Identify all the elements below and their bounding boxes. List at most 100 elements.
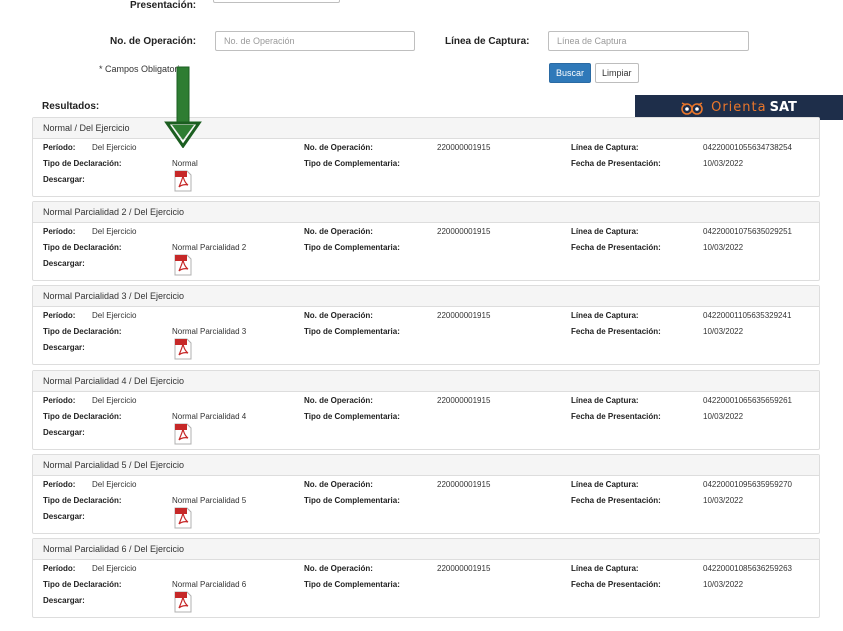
fecha-presentacion-label: Fecha de Presentación:	[571, 327, 661, 336]
linea-captura-label: Línea de Captura:	[571, 564, 639, 573]
result-panel-header: Normal / Del Ejercicio	[33, 118, 819, 139]
tipo-declaracion-label: Tipo de Declaración:	[43, 327, 122, 336]
fecha-presentacion-label: Fecha de Presentación:	[571, 243, 661, 252]
tipo-complementaria-label: Tipo de Complementaria:	[304, 496, 400, 505]
linea-captura-label: Línea de Captura:	[571, 227, 639, 236]
tipo-declaracion-label: Tipo de Declaración:	[43, 412, 122, 421]
fecha-presentacion-label: Fecha de Presentación:	[571, 159, 661, 168]
descargar-label: Descargar:	[43, 259, 85, 268]
brand-orienta: Orienta	[711, 100, 767, 115]
result-panel: Normal Parcialidad 6 / Del Ejercicio Perí…	[32, 538, 820, 618]
operacion-label: No. de Operación:	[304, 311, 373, 320]
down-arrow-icon	[164, 66, 202, 148]
result-panel-header: Normal Parcialidad 3 / Del Ejercicio	[33, 286, 819, 307]
presentacion-field[interactable]	[213, 0, 340, 3]
periodo-label: Período:	[43, 143, 76, 152]
pdf-icon[interactable]	[174, 591, 192, 613]
result-panel: Normal Parcialidad 4 / Del Ejercicio Perí…	[32, 370, 820, 450]
owl-icon	[681, 101, 703, 115]
fecha-presentacion-value: 10/03/2022	[703, 496, 744, 505]
result-panel-header: Normal Parcialidad 6 / Del Ejercicio	[33, 539, 819, 560]
periodo-label: Período:	[43, 227, 76, 236]
operacion-label: No. de Operación:	[110, 36, 197, 47]
operacion-value: 220000001915	[437, 227, 491, 236]
operacion-value: 220000001915	[437, 480, 491, 489]
operacion-label: No. de Operación:	[304, 480, 373, 489]
periodo-value: Del Ejercicio	[92, 564, 137, 573]
descargar-label: Descargar:	[43, 512, 85, 521]
captura-input[interactable]	[548, 31, 749, 51]
captura-label: Línea de Captura:	[445, 36, 530, 47]
tipo-declaracion-value: Normal Parcialidad 2	[172, 243, 247, 252]
tipo-complementaria-label: Tipo de Complementaria:	[304, 327, 400, 336]
operacion-label: No. de Operación:	[304, 564, 373, 573]
periodo-label: Período:	[43, 396, 76, 405]
tipo-declaracion-label: Tipo de Declaración:	[43, 580, 122, 589]
periodo-label: Período:	[43, 564, 76, 573]
fecha-presentacion-value: 10/03/2022	[703, 580, 744, 589]
descargar-label: Descargar:	[43, 343, 85, 352]
periodo-value: Del Ejercicio	[92, 480, 137, 489]
linea-captura-value: 04220001085636259263	[703, 564, 792, 573]
linea-captura-value: 04220001105635329241	[703, 311, 792, 320]
pdf-icon[interactable]	[174, 338, 192, 360]
linea-captura-value: 04220001075635029251	[703, 227, 792, 236]
fecha-presentacion-value: 10/03/2022	[703, 159, 744, 168]
result-panel-header: Normal Parcialidad 5 / Del Ejercicio	[33, 455, 819, 476]
tipo-complementaria-label: Tipo de Complementaria:	[304, 580, 400, 589]
linea-captura-value: 04220001065635659261	[703, 396, 792, 405]
operacion-input[interactable]	[215, 31, 415, 51]
periodo-value: Del Ejercicio	[92, 143, 137, 152]
tipo-declaracion-value: Normal Parcialidad 5	[172, 496, 247, 505]
operacion-label: No. de Operación:	[304, 143, 373, 152]
tipo-declaracion-label: Tipo de Declaración:	[43, 243, 122, 252]
pdf-icon[interactable]	[174, 507, 192, 529]
operacion-label: No. de Operación:	[304, 227, 373, 236]
linea-captura-label: Línea de Captura:	[571, 480, 639, 489]
pdf-icon[interactable]	[174, 170, 192, 192]
linea-captura-value: 04220001095635959270	[703, 480, 792, 489]
fecha-presentacion-label: Fecha de Presentación:	[571, 412, 661, 421]
pdf-icon[interactable]	[174, 423, 192, 445]
tipo-complementaria-label: Tipo de Complementaria:	[304, 412, 400, 421]
linea-captura-value: 04220001055634738254	[703, 143, 792, 152]
periodo-value: Del Ejercicio	[92, 311, 137, 320]
result-panel-header: Normal Parcialidad 2 / Del Ejercicio	[33, 202, 819, 223]
operacion-value: 220000001915	[437, 311, 491, 320]
descargar-label: Descargar:	[43, 428, 85, 437]
results-title: Resultados:	[42, 101, 100, 112]
tipo-complementaria-label: Tipo de Complementaria:	[304, 159, 400, 168]
presentacion-label: Presentación:	[130, 0, 197, 11]
tipo-declaracion-label: Tipo de Declaración:	[43, 159, 122, 168]
tipo-declaracion-value: Normal Parcialidad 3	[172, 327, 247, 336]
linea-captura-label: Línea de Captura:	[571, 396, 639, 405]
descargar-label: Descargar:	[43, 596, 85, 605]
tipo-declaracion-value: Normal Parcialidad 4	[172, 412, 247, 421]
tipo-declaracion-value: Normal	[172, 159, 198, 168]
fecha-presentacion-label: Fecha de Presentación:	[571, 580, 661, 589]
operacion-value: 220000001915	[437, 396, 491, 405]
limpiar-button[interactable]: Limpiar	[595, 63, 639, 83]
fecha-presentacion-label: Fecha de Presentación:	[571, 496, 661, 505]
operacion-value: 220000001915	[437, 564, 491, 573]
result-panel: Normal Parcialidad 5 / Del Ejercicio Perí…	[32, 454, 820, 534]
result-panel: Normal Parcialidad 3 / Del Ejercicio Perí…	[32, 285, 820, 365]
brand-sat: SAT	[769, 100, 797, 115]
descargar-label: Descargar:	[43, 175, 85, 184]
operacion-label: No. de Operación:	[304, 396, 373, 405]
pdf-icon[interactable]	[174, 254, 192, 276]
periodo-label: Período:	[43, 480, 76, 489]
operacion-value: 220000001915	[437, 143, 491, 152]
periodo-value: Del Ejercicio	[92, 227, 137, 236]
linea-captura-label: Línea de Captura:	[571, 311, 639, 320]
tipo-declaracion-label: Tipo de Declaración:	[43, 496, 122, 505]
result-panel: Normal Parcialidad 2 / Del Ejercicio Perí…	[32, 201, 820, 281]
result-panel-header: Normal Parcialidad 4 / Del Ejercicio	[33, 371, 819, 392]
buscar-button[interactable]: Buscar	[549, 63, 592, 83]
tipo-declaracion-value: Normal Parcialidad 6	[172, 580, 247, 589]
periodo-label: Período:	[43, 311, 76, 320]
linea-captura-label: Línea de Captura:	[571, 143, 639, 152]
tipo-complementaria-label: Tipo de Complementaria:	[304, 243, 400, 252]
result-panel: Normal / Del Ejercicio Período: Del Ejerci…	[32, 117, 820, 197]
fecha-presentacion-value: 10/03/2022	[703, 412, 744, 421]
